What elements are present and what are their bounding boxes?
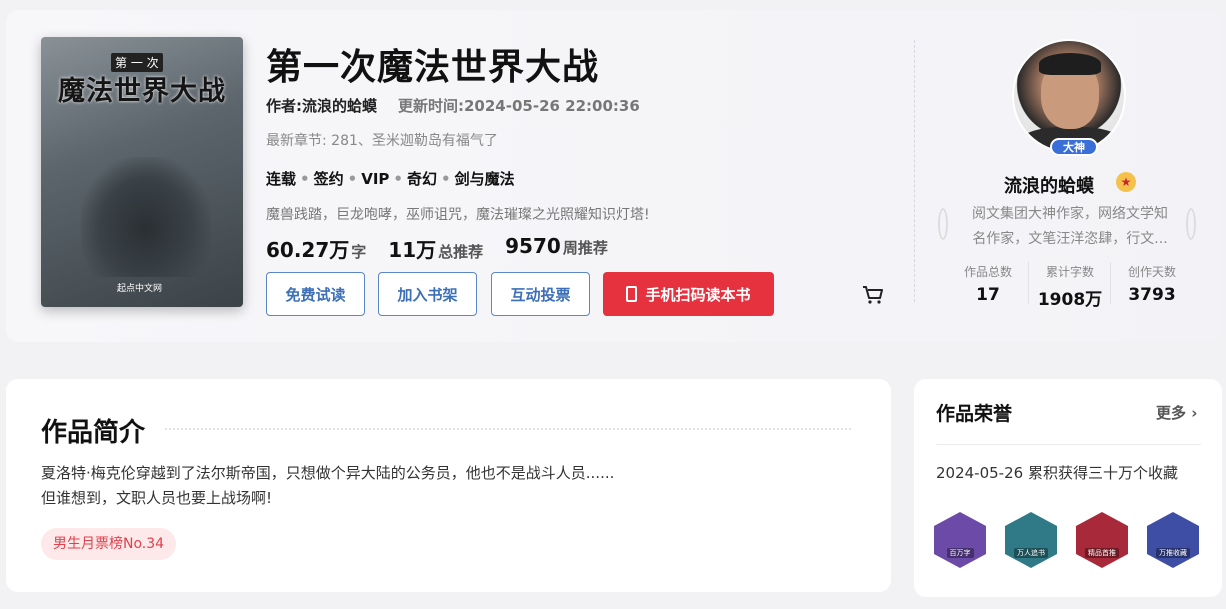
cover-illustration	[81, 157, 211, 277]
book-author-link[interactable]: 作者:流浪的蛤蟆	[266, 95, 377, 116]
tag-subgenre-link[interactable]: 剑与魔法	[455, 170, 515, 188]
tag-status: 连载	[266, 170, 297, 188]
book-cover[interactable]: 第 一 次 魔法世界大战 起点中文网	[41, 37, 243, 307]
honors-more-link[interactable]: 更多 ›	[1156, 402, 1197, 423]
synopsis-line: 但谁想到，文职人员也要上战场啊!	[41, 489, 273, 507]
update-time: 更新时间:2024-05-26 22:00:36	[398, 97, 640, 115]
tag-signed: 签约	[313, 170, 344, 188]
vote-button[interactable]: 互动投票	[491, 272, 590, 316]
stat-separator	[1028, 262, 1029, 304]
rank-badge[interactable]: 男生月票榜No.34	[41, 528, 177, 560]
book-short-intro: 魔兽践踏，巨龙咆哮，巫师诅咒，魔法璀璨之光照耀知识灯塔!	[266, 207, 650, 223]
cover-publisher-logo: 起点中文网	[117, 284, 163, 294]
author-stat-days: 创作天数 3793	[1127, 265, 1176, 305]
weekly-recommend: 9570 周推荐	[505, 234, 608, 258]
honors-divider	[936, 444, 1201, 445]
phone-icon	[626, 286, 638, 302]
book-tags: 连载 • 签约 • VIP • 奇幻 • 剑与魔法	[266, 170, 515, 188]
latest-chapter-link[interactable]: 最新章节: 281、圣米迦勒岛有福气了	[266, 130, 498, 150]
free-trial-button[interactable]: 免费试读	[266, 272, 365, 316]
synopsis-heading: 作品简介	[41, 418, 146, 448]
cover-title: 魔法世界大战	[58, 76, 226, 107]
author-description: 阅文集团大神作家，网络文学知 名作家，文笔汪洋恣肆，行文...	[972, 206, 1168, 247]
heading-divider	[165, 428, 851, 430]
book-stats: 60.27万字 11万 总推荐 9570 周推荐	[266, 234, 630, 263]
scan-to-read-button[interactable]: 手机扫码读本书	[603, 272, 774, 316]
synopsis-card	[6, 379, 891, 592]
author-level-badge: 大神	[1050, 138, 1098, 156]
honor-item: 2024-05-26 累积获得三十万个收藏	[936, 464, 1178, 482]
author-avatar[interactable]	[1012, 39, 1126, 153]
synopsis-line: 夏洛特·梅克伦穿越到了法尔斯帝国，只想做个异大陆的公务员，他也不是战斗人员...…	[41, 464, 615, 482]
laurel-right-icon	[1186, 208, 1196, 240]
cart-icon[interactable]	[862, 285, 884, 305]
stat-separator	[1110, 262, 1111, 304]
header-divider	[914, 40, 915, 302]
author-stat-words: 累计字数 1908万	[1037, 265, 1103, 310]
add-to-shelf-button[interactable]: 加入书架	[378, 272, 477, 316]
medal-icon: ★	[1116, 172, 1136, 192]
author-name-link[interactable]: 流浪的蛤蟆	[1004, 172, 1094, 198]
tag-genre-link[interactable]: 奇幻	[407, 170, 437, 188]
book-title: 第一次魔法世界大战	[266, 47, 600, 88]
total-recommend: 11万 总推荐	[388, 238, 484, 262]
tag-vip: VIP	[361, 170, 390, 188]
author-stat-works: 作品总数 17	[963, 265, 1012, 305]
word-count: 60.27万字	[266, 238, 367, 262]
laurel-left-icon	[938, 208, 948, 240]
honors-heading: 作品荣誉	[936, 403, 1013, 425]
